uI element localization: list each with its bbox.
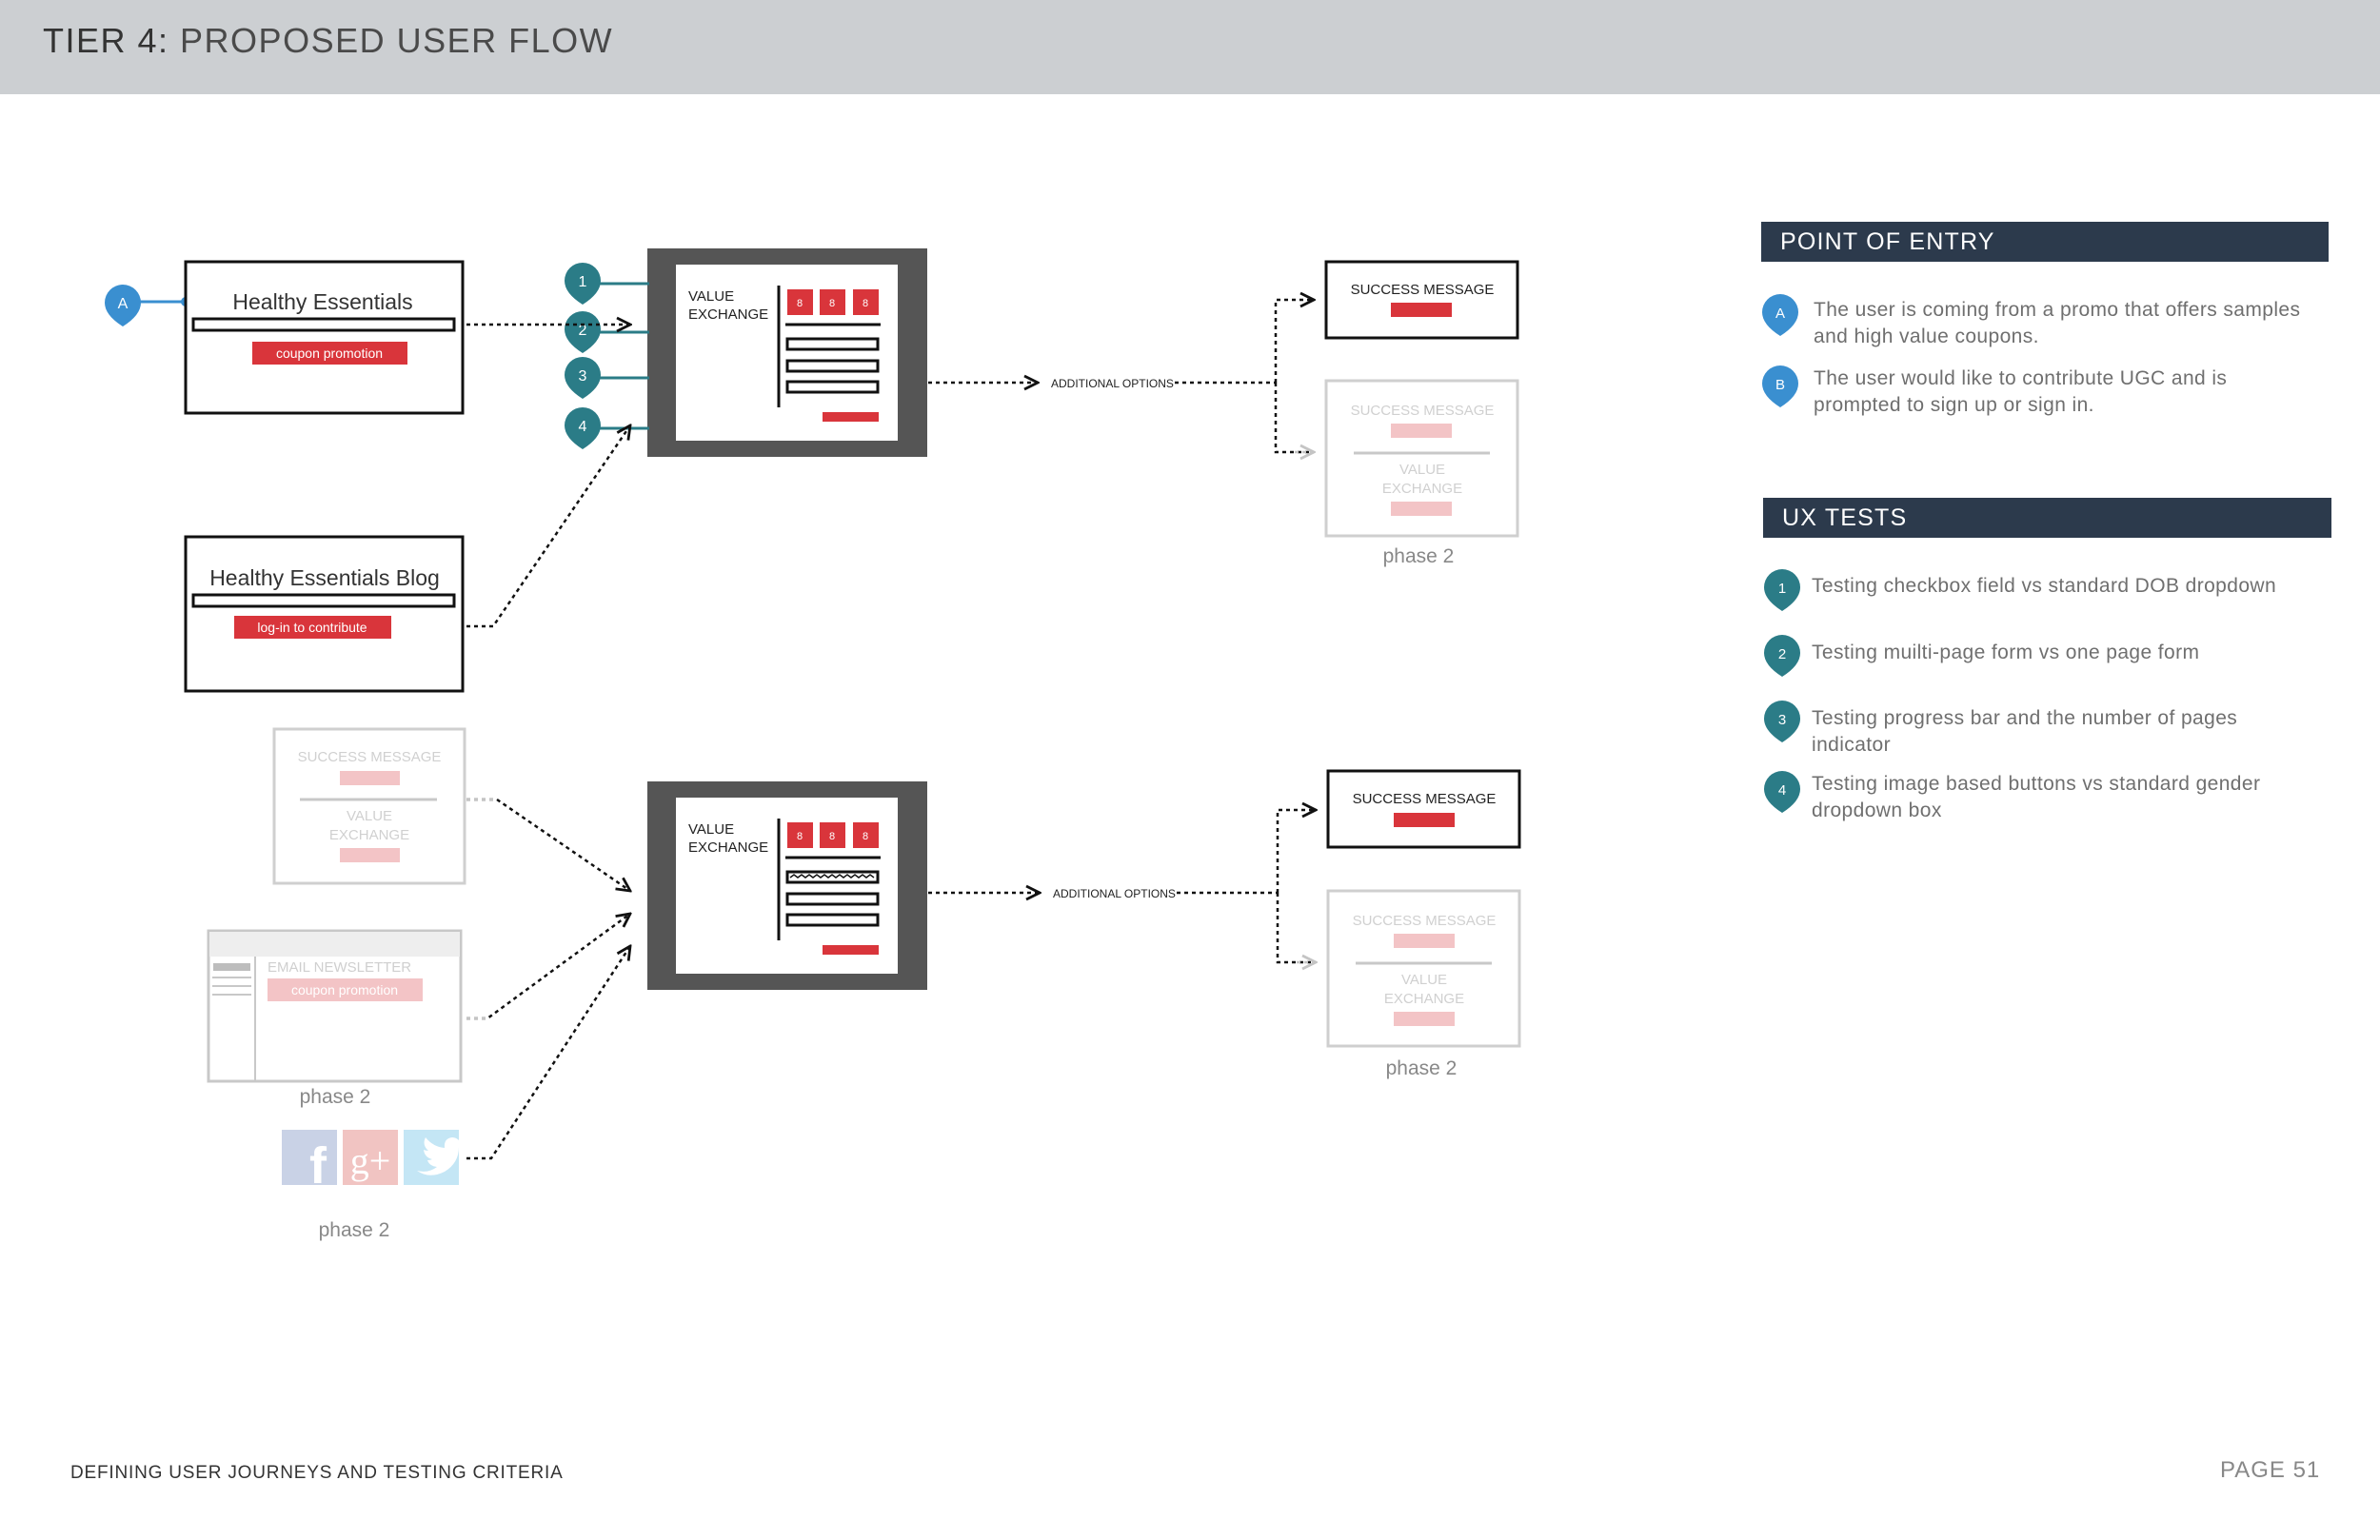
marker-a-icon: A xyxy=(105,285,141,326)
svg-text:8: 8 xyxy=(797,298,803,309)
google-plus-icon: g+ xyxy=(343,1130,398,1185)
legend-pin-b-icon: B xyxy=(1762,365,1798,407)
svg-text:coupon promotion: coupon promotion xyxy=(291,982,398,997)
legend-pins: A B 1 2 3 4 xyxy=(1762,294,1800,813)
additional-options-top: ADDITIONAL OPTIONS xyxy=(928,300,1314,452)
success-phase2-top: SUCCESS MESSAGE VALUE EXCHANGE phase 2 xyxy=(1324,379,1519,567)
entry-legend-b-line1: The user would like to contribute UGC an… xyxy=(1814,367,2228,389)
ux-test-text-1: Testing checkbox field vs standard DOB d… xyxy=(1812,573,2380,600)
svg-text:VALUE: VALUE xyxy=(1399,462,1445,478)
facebook-icon: f xyxy=(282,1130,337,1194)
search-bar xyxy=(191,317,456,332)
ux-test-2-line1: Testing muilti-page form vs one page for… xyxy=(1812,642,2200,663)
entry-legend-text-a: The user is coming from a promo that off… xyxy=(1814,297,2380,350)
blog-title: Healthy Essentials Blog xyxy=(209,565,440,590)
ux-test-1-line1: Testing checkbox field vs standard DOB d… xyxy=(1812,575,2277,597)
success-phase2-bottom: SUCCESS MESSAGE VALUE EXCHANGE phase 2 xyxy=(1326,889,1521,1079)
svg-text:VALUE: VALUE xyxy=(1401,972,1447,988)
svg-text:SUCCESS MESSAGE: SUCCESS MESSAGE xyxy=(1351,282,1495,298)
svg-text:8: 8 xyxy=(797,831,803,842)
ghost-email-newsletter: EMAIL NEWSLETTER coupon promotion phase … xyxy=(207,929,463,1108)
svg-text:f: f xyxy=(309,1137,327,1194)
success-message-bottom: SUCCESS MESSAGE xyxy=(1326,769,1521,849)
svg-text:4: 4 xyxy=(579,419,587,435)
svg-text:g+: g+ xyxy=(350,1139,391,1182)
ux-test-text-3: Testing progress bar and the number of p… xyxy=(1812,705,2380,759)
ux-tests-heading: UX TESTS xyxy=(1763,498,2331,538)
entry-blog: Healthy Essentials Blog log-in to contri… xyxy=(184,535,465,693)
svg-text:4: 4 xyxy=(1778,782,1786,799)
ghost-social-icons: f g+ phase 2 xyxy=(282,1130,464,1241)
svg-text:B: B xyxy=(1775,377,1785,393)
legend-pin-2-icon: 2 xyxy=(1764,635,1800,677)
svg-text:1: 1 xyxy=(579,274,587,290)
svg-text:EMAIL NEWSLETTER: EMAIL NEWSLETTER xyxy=(268,959,411,976)
additional-options-bottom: ADDITIONAL OPTIONS xyxy=(928,810,1316,962)
svg-text:8: 8 xyxy=(829,831,835,842)
ux-test-3-line1: Testing progress bar and the number of p… xyxy=(1812,707,2238,729)
svg-text:SUCCESS MESSAGE: SUCCESS MESSAGE xyxy=(1353,913,1497,929)
entry-legend-a-line2: and high value coupons. xyxy=(1814,326,2039,347)
svg-text:EXCHANGE: EXCHANGE xyxy=(688,306,768,323)
entry-legend-b-line2: prompted to sign up or sign in. xyxy=(1814,394,2094,416)
svg-text:A: A xyxy=(118,296,129,312)
ghost-success-value-left: SUCCESS MESSAGE VALUE EXCHANGE xyxy=(272,727,466,885)
svg-text:3: 3 xyxy=(1778,712,1786,728)
social-phase-caption: phase 2 xyxy=(319,1219,390,1241)
legend-pin-a-icon: A xyxy=(1762,294,1798,336)
healthy-essentials-title: Healthy Essentials xyxy=(232,289,412,314)
success-bottom-phase-caption: phase 2 xyxy=(1386,1057,1458,1079)
legend-pin-1-icon: 1 xyxy=(1764,569,1800,611)
svg-text:SUCCESS MESSAGE: SUCCESS MESSAGE xyxy=(1351,403,1495,419)
email-phase-caption: phase 2 xyxy=(300,1086,371,1108)
svg-text:EXCHANGE: EXCHANGE xyxy=(1382,481,1462,497)
svg-text:8: 8 xyxy=(863,298,868,309)
svg-text:SUCCESS MESSAGE: SUCCESS MESSAGE xyxy=(1353,791,1497,807)
test-marker-4-icon: 4 xyxy=(565,406,601,449)
svg-text:VALUE: VALUE xyxy=(347,808,392,824)
blog-search-bar xyxy=(191,593,456,608)
test-marker-3-icon: 3 xyxy=(565,356,601,399)
value-exchange-bottom: VALUE EXCHANGE 8 8 8 xyxy=(647,781,927,990)
svg-text:ADDITIONAL OPTIONS: ADDITIONAL OPTIONS xyxy=(1053,887,1176,900)
svg-text:SUCCESS MESSAGE: SUCCESS MESSAGE xyxy=(298,749,442,765)
success-message-top: SUCCESS MESSAGE xyxy=(1324,260,1519,340)
ux-test-4-line2: dropdown box xyxy=(1812,800,1942,821)
footer-page-number: PAGE 51 xyxy=(2220,1457,2321,1483)
value-exchange-top: VALUE EXCHANGE 8 8 8 xyxy=(647,248,927,457)
blog-window xyxy=(184,535,465,693)
success-top-phase-caption: phase 2 xyxy=(1383,545,1455,567)
legend-pin-3-icon: 3 xyxy=(1764,701,1800,742)
test-marker-2-icon: 2 xyxy=(565,310,601,353)
svg-text:3: 3 xyxy=(579,368,587,385)
ux-test-3-line2: indicator xyxy=(1812,734,1891,756)
coupon-promotion-label: coupon promotion xyxy=(276,346,383,361)
svg-text:8: 8 xyxy=(863,831,868,842)
svg-text:ADDITIONAL OPTIONS: ADDITIONAL OPTIONS xyxy=(1051,377,1174,390)
ux-test-4-line1: Testing image based buttons vs standard … xyxy=(1812,773,2261,795)
svg-text:1: 1 xyxy=(1778,581,1786,597)
footer-document-title: DEFINING USER JOURNEYS AND TESTING CRITE… xyxy=(70,1463,564,1483)
svg-text:2: 2 xyxy=(1778,646,1786,662)
entry-legend-a-line1: The user is coming from a promo that off… xyxy=(1814,299,2301,321)
svg-text:EXCHANGE: EXCHANGE xyxy=(688,839,768,856)
ux-test-text-4: Testing image based buttons vs standard … xyxy=(1812,771,2380,824)
svg-text:8: 8 xyxy=(829,298,835,309)
log-in-to-contribute-label: log-in to contribute xyxy=(257,620,367,635)
svg-text:VALUE: VALUE xyxy=(688,821,734,838)
svg-text:VALUE: VALUE xyxy=(688,288,734,305)
entry-legend-text-b: The user would like to contribute UGC an… xyxy=(1814,365,2380,419)
flow-connectors-left xyxy=(466,325,630,1160)
twitter-icon xyxy=(404,1130,464,1185)
test-markers: 1 2 3 4 xyxy=(565,262,649,449)
ux-test-text-2: Testing muilti-page form vs one page for… xyxy=(1812,640,2380,666)
entry-healthy-essentials: A Healthy Essentials coupon promotion xyxy=(105,260,465,415)
svg-text:EXCHANGE: EXCHANGE xyxy=(329,827,409,843)
healthy-essentials-window xyxy=(184,260,465,415)
test-marker-1-icon: 1 xyxy=(565,262,601,305)
point-of-entry-heading: POINT OF ENTRY xyxy=(1761,222,2329,262)
svg-text:EXCHANGE: EXCHANGE xyxy=(1384,991,1464,1007)
svg-text:A: A xyxy=(1775,306,1785,322)
legend-pin-4-icon: 4 xyxy=(1764,771,1800,813)
